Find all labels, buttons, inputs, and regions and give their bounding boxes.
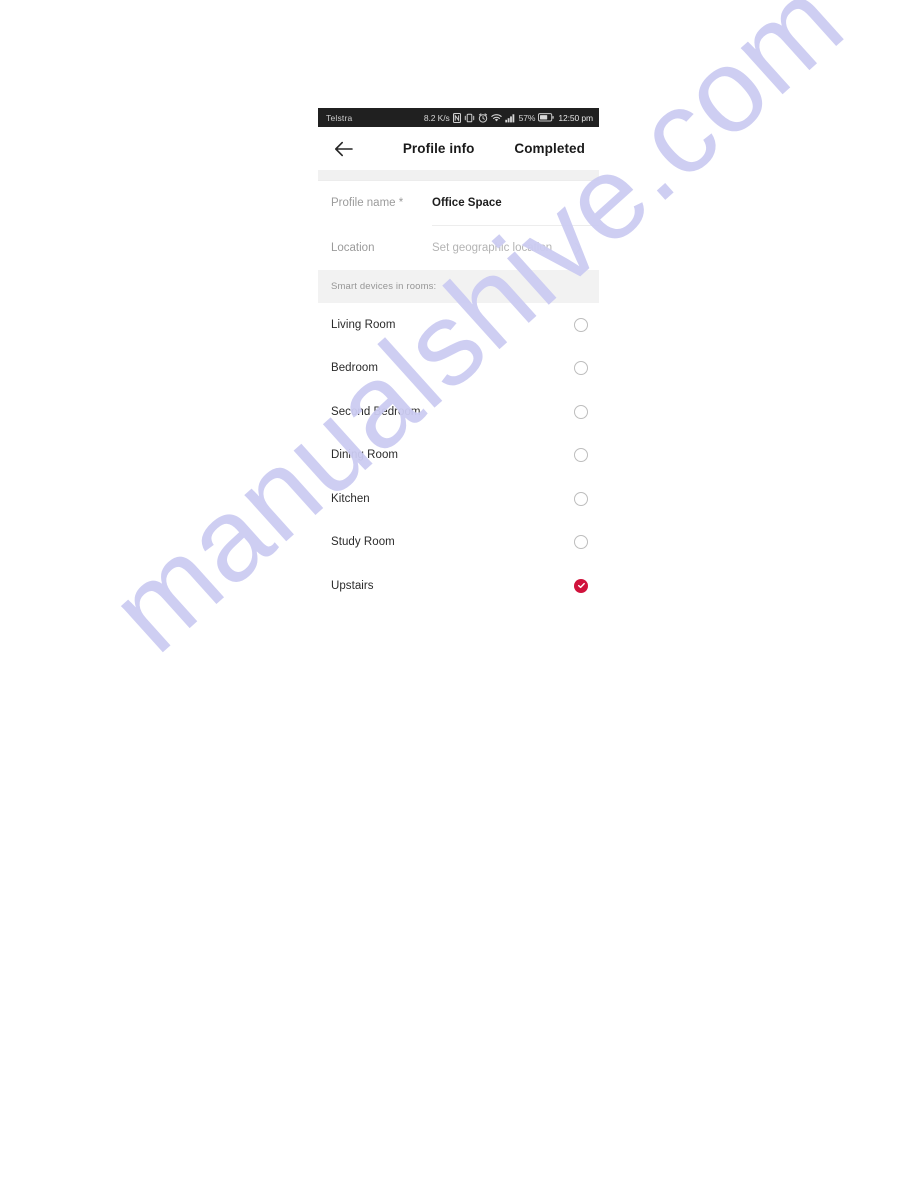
check-icon [577, 581, 586, 590]
room-row-living-room[interactable]: Living Room [318, 303, 599, 347]
carrier-label: Telstra [326, 112, 353, 123]
room-row-bedroom[interactable]: Bedroom [318, 347, 599, 391]
room-radio-unselected[interactable] [574, 535, 588, 550]
room-radio-unselected[interactable] [574, 491, 588, 506]
room-label: Second Bedroom [331, 405, 421, 418]
page-title: Profile info [402, 141, 475, 156]
back-arrow-icon[interactable] [331, 136, 357, 162]
profile-name-input[interactable]: Office Space [432, 197, 582, 209]
network-speed-label: 8.2 K/s [423, 112, 450, 123]
location-label: Location [331, 242, 375, 254]
nfc-icon [452, 112, 461, 123]
room-label: Kitchen [331, 492, 370, 505]
room-row-kitchen[interactable]: Kitchen [318, 477, 599, 521]
battery-percent-label: 57% [518, 112, 536, 123]
room-row-dining-room[interactable]: Dining Room [318, 434, 599, 478]
room-radio-unselected[interactable] [574, 317, 588, 332]
completed-button[interactable]: Completed [514, 141, 586, 156]
battery-icon [538, 112, 555, 123]
room-row-upstairs[interactable]: Upstairs [318, 564, 599, 608]
rooms-list: Living Room Bedroom Second Bedroom Dinin… [318, 303, 599, 608]
wifi-icon [490, 112, 502, 123]
rooms-section-header: Smart devices in rooms: [318, 270, 599, 303]
room-label: Living Room [331, 318, 396, 331]
location-value[interactable]: Set geographic location [432, 242, 574, 254]
profile-name-row[interactable]: Profile name * Office Space [318, 181, 599, 225]
profile-name-label: Profile name * [331, 197, 404, 209]
room-label: Study Room [331, 536, 395, 549]
room-radio-unselected[interactable] [574, 448, 588, 463]
header-spacer-strip [318, 170, 599, 181]
room-radio-selected[interactable] [574, 578, 588, 593]
clock-label: 12:50 pm [558, 112, 593, 123]
room-row-study-room[interactable]: Study Room [318, 521, 599, 565]
status-bar: Telstra 8.2 K/s 57% 12:50 pm [318, 108, 599, 127]
room-radio-unselected[interactable] [574, 404, 588, 419]
status-bar-right-group: 8.2 K/s 57% 12:50 pm [424, 112, 593, 123]
phone-screenshot: Telstra 8.2 K/s 57% 12:50 pm Profile inf… [318, 108, 599, 629]
room-label: Upstairs [331, 579, 374, 592]
vibrate-icon [464, 112, 475, 123]
chevron-right-icon [574, 242, 582, 255]
signal-icon [504, 112, 516, 123]
location-row[interactable]: Location Set geographic location [318, 226, 599, 270]
room-label: Dining Room [331, 449, 399, 462]
room-radio-unselected[interactable] [574, 361, 588, 376]
app-bar: Profile info Completed [318, 127, 599, 170]
room-label: Bedroom [331, 362, 379, 375]
alarm-icon [478, 112, 488, 123]
room-row-second-bedroom[interactable]: Second Bedroom [318, 390, 599, 434]
